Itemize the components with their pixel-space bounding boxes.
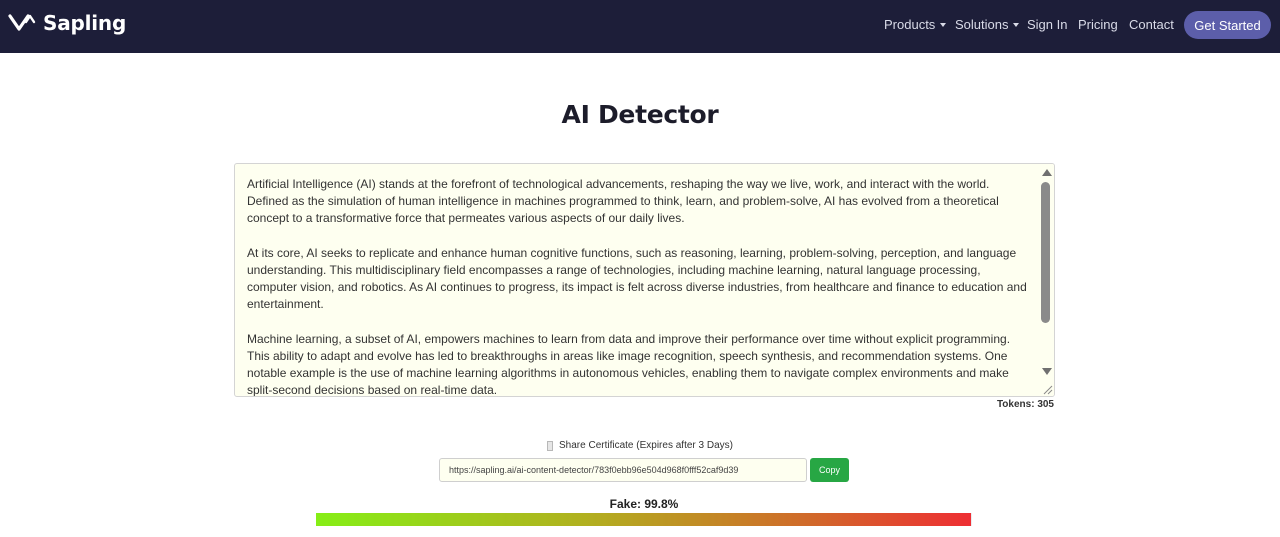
token-count: Tokens: 305: [996, 399, 1054, 410]
text-input-area[interactable]: Artificial Intelligence (AI) stands at t…: [234, 163, 1055, 397]
chevron-down-icon: [940, 23, 947, 27]
text-paragraph: Machine learning, a subset of AI, empowe…: [247, 331, 1011, 397]
text-input-content[interactable]: Artificial Intelligence (AI) stands at t…: [247, 176, 1032, 397]
share-certificate-checkbox[interactable]: [547, 440, 554, 451]
nav-pricing[interactable]: Pricing: [1078, 17, 1118, 32]
nav-products[interactable]: Products: [884, 17, 947, 32]
nav-contact-label: Contact: [1129, 17, 1174, 32]
share-certificate-row: Share Certificate (Expires after 3 Days): [0, 440, 1280, 451]
nav-sign-in-label: Sign In: [1027, 17, 1068, 32]
brand-name: Sapling: [43, 11, 127, 35]
brand-logo-link[interactable]: Sapling: [8, 9, 126, 37]
nav-solutions[interactable]: Solutions: [955, 17, 1020, 32]
share-certificate-label: Share Certificate (Expires after 3 Days): [559, 440, 733, 451]
fake-score-meter: [316, 513, 972, 526]
sapling-logo-icon: [8, 14, 36, 31]
certificate-url-field[interactable]: https://sapling.ai/ai-content-detector/7…: [439, 458, 807, 482]
scroll-up-arrow-icon[interactable]: [1042, 169, 1052, 176]
text-paragraph: At its core, AI seeks to replicate and e…: [247, 245, 1027, 312]
text-paragraph: Artificial Intelligence (AI) stands at t…: [247, 177, 999, 226]
fake-score-label: Fake: 99.8%: [609, 497, 679, 511]
get-started-button[interactable]: Get Started: [1184, 11, 1271, 39]
navbar: Sapling Products Solutions Sign In Prici…: [0, 0, 1280, 53]
nav-sign-in[interactable]: Sign In: [1027, 17, 1067, 32]
page-title: AI Detector: [561, 100, 719, 129]
chevron-down-icon: [1013, 23, 1020, 27]
fake-score-meter-fill: [316, 513, 971, 526]
vertical-scrollbar[interactable]: [1038, 164, 1054, 396]
nav-solutions-label: Solutions: [955, 17, 1009, 32]
nav-contact[interactable]: Contact: [1129, 17, 1174, 32]
scroll-down-arrow-icon[interactable]: [1042, 368, 1052, 375]
resize-grip-icon[interactable]: [1041, 383, 1053, 395]
nav-products-label: Products: [884, 17, 936, 32]
copy-button[interactable]: Copy: [810, 458, 849, 482]
nav-pricing-label: Pricing: [1078, 17, 1118, 32]
scrollbar-thumb[interactable]: [1041, 182, 1050, 323]
